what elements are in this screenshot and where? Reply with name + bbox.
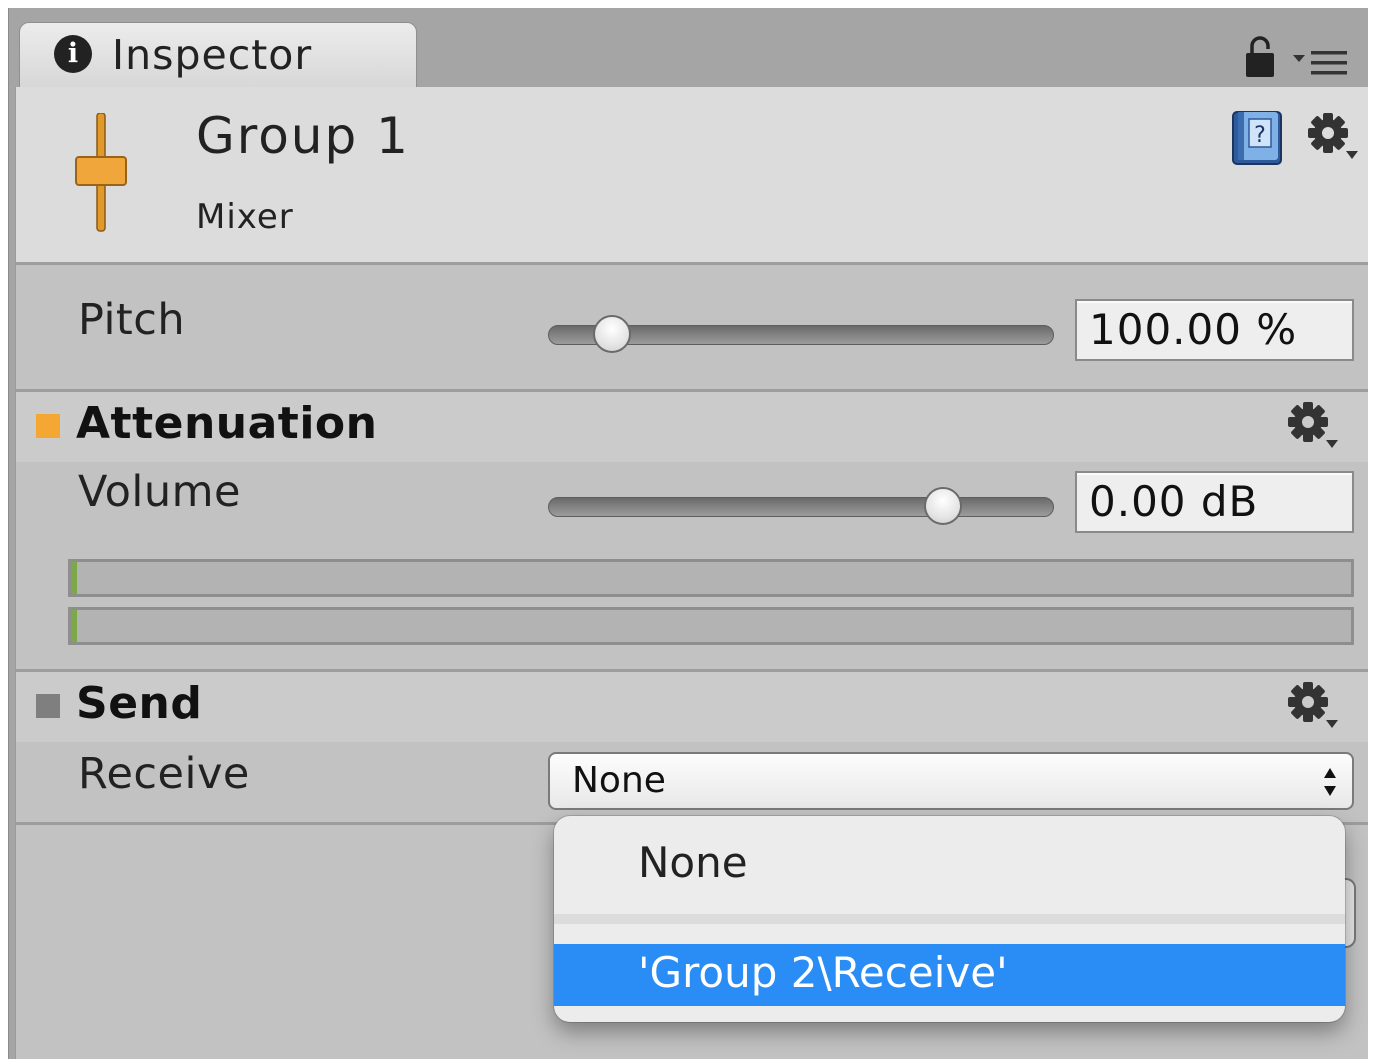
dropdown-option-label: 'Group 2\Receive' (638, 948, 1008, 997)
dropdown-separator (554, 914, 1345, 924)
component-header: Group 1 Mixer ? (16, 87, 1368, 265)
inspector-tab[interactable]: i Inspector (19, 22, 417, 88)
pitch-slider[interactable] (548, 315, 1054, 353)
volume-label: Volume (78, 467, 241, 517)
dropdown-option-group2-receive[interactable]: 'Group 2\Receive' (554, 944, 1345, 1006)
receive-dropdown[interactable]: None (548, 752, 1354, 810)
volume-slider-thumb[interactable] (924, 487, 962, 525)
gear-icon[interactable] (1306, 111, 1362, 165)
inspector-window: i Inspector Group 1 Mixer ? Pitch 100.00… (8, 8, 1368, 1059)
dropdown-option-none[interactable]: None (554, 816, 1345, 916)
level-meter (68, 607, 1354, 645)
receive-label: Receive (78, 749, 250, 799)
svg-text:?: ? (1254, 123, 1266, 148)
mixer-fader-icon (75, 113, 127, 232)
lock-icon[interactable] (1245, 36, 1275, 78)
attenuation-title: Attenuation (76, 398, 378, 449)
volume-value-field[interactable]: 0.00 dB (1075, 471, 1354, 533)
pitch-slider-thumb[interactable] (593, 315, 631, 353)
group-title: Group 1 (196, 107, 410, 165)
send-header[interactable]: Send (16, 672, 1368, 742)
tab-menu-icon[interactable] (1291, 50, 1349, 76)
gear-icon[interactable] (1286, 680, 1342, 734)
receive-selected-value: None (572, 760, 666, 801)
level-meter-fill (71, 610, 77, 642)
attenuation-header[interactable]: Attenuation (16, 392, 1368, 462)
level-meter-fill (71, 562, 77, 594)
send-color-swatch (36, 694, 60, 718)
pitch-value-field[interactable]: 100.00 % (1075, 299, 1354, 361)
help-book-icon[interactable]: ? (1229, 109, 1285, 167)
receive-dropdown-menu: None 'Group 2\Receive' (554, 816, 1345, 1022)
pitch-label: Pitch (78, 295, 186, 345)
info-icon: i (54, 35, 92, 73)
tab-label: Inspector (112, 31, 313, 79)
level-meter (68, 559, 1354, 597)
dropdown-option-label: None (638, 838, 748, 887)
group-subtitle: Mixer (196, 197, 294, 237)
volume-slider[interactable] (548, 487, 1054, 525)
attenuation-color-swatch (36, 414, 60, 438)
gear-icon[interactable] (1286, 400, 1342, 454)
select-arrows-icon (1324, 768, 1336, 796)
send-title: Send (76, 678, 203, 729)
